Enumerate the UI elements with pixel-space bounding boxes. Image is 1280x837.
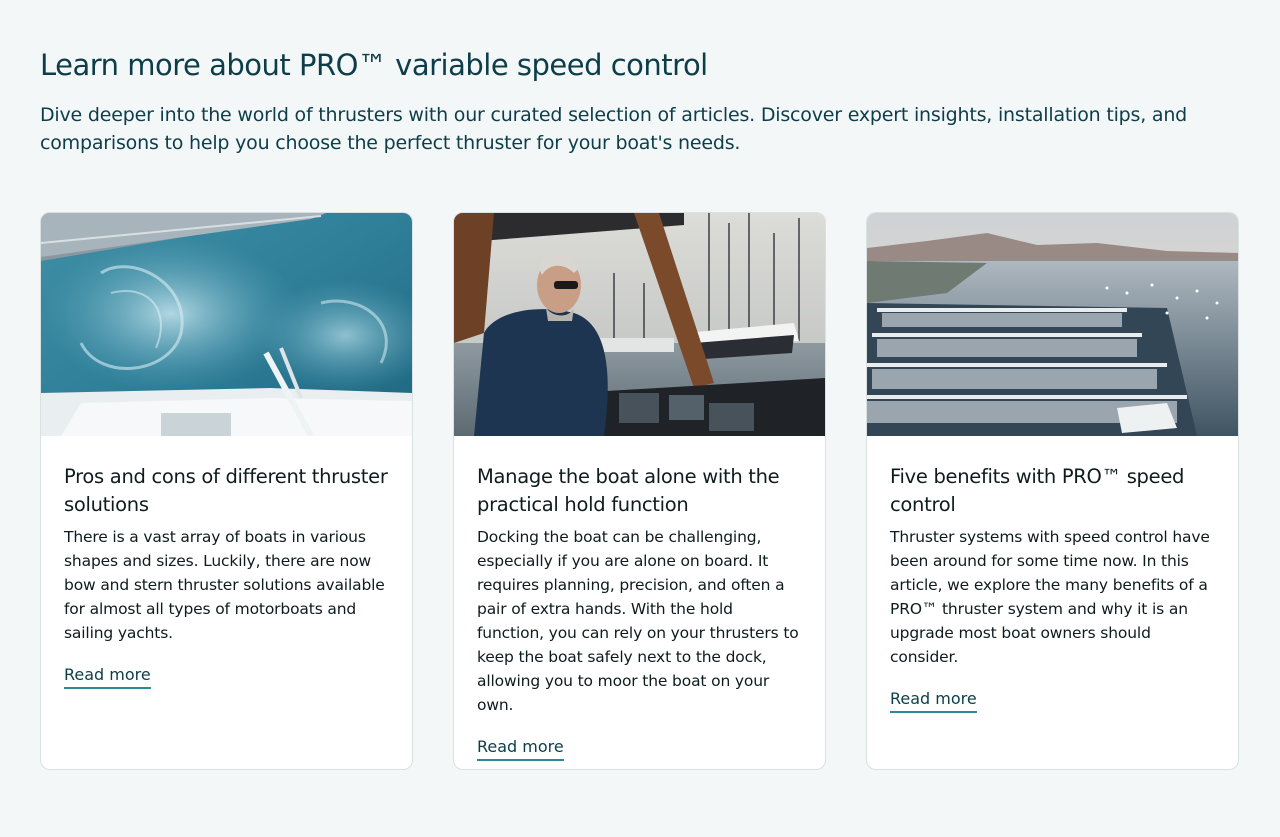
card-body: Five benefits with PRO™ speed control Th… xyxy=(867,436,1238,713)
card-body: Pros and cons of different thruster solu… xyxy=(41,436,412,689)
article-image-aerial-boat-wake[interactable] xyxy=(41,213,412,436)
articles-section: Learn more about PRO™ variable speed con… xyxy=(0,0,1280,837)
card-description: Docking the boat can be challenging, esp… xyxy=(477,528,799,714)
article-image-aerial-marina[interactable] xyxy=(867,213,1238,436)
article-card[interactable]: Five benefits with PRO™ speed control Th… xyxy=(866,212,1239,770)
section-title: Learn more about PRO™ variable speed con… xyxy=(40,48,708,82)
read-more-link[interactable]: Read more xyxy=(64,664,151,689)
card-title[interactable]: Manage the boat alone with the practical… xyxy=(477,463,802,519)
section-intro: Dive deeper into the world of thrusters … xyxy=(40,104,1188,154)
read-more-link[interactable]: Read more xyxy=(890,688,977,713)
card-description: There is a vast array of boats in variou… xyxy=(64,528,385,642)
card-title[interactable]: Five benefits with PRO™ speed control xyxy=(890,463,1215,519)
card-title[interactable]: Pros and cons of different thruster solu… xyxy=(64,463,389,519)
read-more-link[interactable]: Read more xyxy=(477,736,564,761)
article-card[interactable]: Manage the boat alone with the practical… xyxy=(453,212,826,770)
article-image-man-at-helm[interactable] xyxy=(454,213,825,436)
card-body: Manage the boat alone with the practical… xyxy=(454,436,825,761)
card-description: Thruster systems with speed control have… xyxy=(890,528,1210,666)
article-cards: Pros and cons of different thruster solu… xyxy=(40,212,1240,770)
article-card[interactable]: Pros and cons of different thruster solu… xyxy=(40,212,413,770)
